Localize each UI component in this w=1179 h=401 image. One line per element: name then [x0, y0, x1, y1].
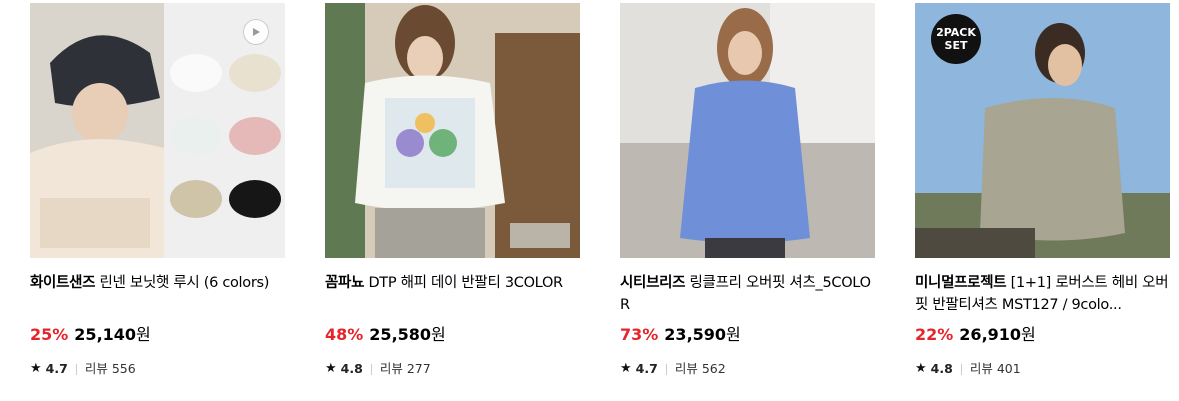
star-icon: ★ — [325, 361, 337, 376]
product-card[interactable]: 2PACK SET 미니멀프로젝트 [1+1] 로버스트 헤비 오버핏 반팔티셔… — [915, 3, 1170, 378]
badge-line: 2PACK — [936, 26, 976, 39]
product-name[interactable]: DTP 해피 데이 반팔티 3COLOR — [368, 275, 563, 291]
divider — [665, 363, 667, 375]
product-image[interactable] — [30, 3, 285, 258]
discount-rate: 48% — [325, 325, 364, 344]
price: 25,140 — [74, 325, 137, 344]
currency: 원 — [136, 325, 151, 344]
review-label: 리뷰 — [969, 361, 993, 376]
rating: 4.8 — [930, 361, 953, 376]
price-row: 22% 26,910원 — [915, 324, 1170, 346]
review-count: 401 — [996, 361, 1021, 376]
discount-rate: 73% — [620, 325, 659, 344]
divider — [370, 363, 372, 375]
review-label: 리뷰 — [84, 361, 108, 376]
discount-rate: 25% — [30, 325, 69, 344]
review-label: 리뷰 — [674, 361, 698, 376]
play-icon[interactable] — [243, 19, 269, 45]
brand-name[interactable]: 화이트샌즈 — [30, 275, 96, 291]
star-icon: ★ — [915, 361, 927, 376]
rating-row: ★ 4.8 리뷰 401 — [915, 360, 1170, 378]
review-count: 556 — [111, 361, 136, 376]
rating-row: ★ 4.7 리뷰 556 — [30, 360, 285, 378]
currency: 원 — [726, 325, 741, 344]
divider — [960, 363, 962, 375]
pack-badge: 2PACK SET — [931, 14, 981, 64]
divider — [75, 363, 77, 375]
product-card[interactable]: 꼼파뇨 DTP 해피 데이 반팔티 3COLOR 48% 25,580원 ★ 4.… — [325, 3, 580, 378]
badge-line: SET — [944, 39, 968, 52]
price-row: 25% 25,140원 — [30, 324, 285, 346]
star-icon: ★ — [30, 361, 42, 376]
rating: 4.7 — [635, 361, 658, 376]
rating: 4.7 — [45, 361, 68, 376]
brand-name[interactable]: 꼼파뇨 — [325, 275, 364, 291]
product-title[interactable]: 시티브리즈 링클프리 오버핏 셔츠_5COLOR — [620, 272, 875, 316]
product-image[interactable] — [620, 3, 875, 258]
currency: 원 — [1021, 325, 1036, 344]
review-label: 리뷰 — [379, 361, 403, 376]
product-image[interactable] — [325, 3, 580, 258]
rating-row: ★ 4.7 리뷰 562 — [620, 360, 875, 378]
product-card[interactable]: 시티브리즈 링클프리 오버핏 셔츠_5COLOR 73% 23,590원 ★ 4.… — [620, 3, 875, 378]
review-count: 562 — [701, 361, 726, 376]
product-name[interactable]: 린넨 보닛햇 루시 (6 colors) — [100, 275, 270, 291]
review-count: 277 — [406, 361, 431, 376]
product-card[interactable]: 화이트샌즈 린넨 보닛햇 루시 (6 colors) 25% 25,140원 ★ … — [30, 3, 285, 378]
product-image[interactable]: 2PACK SET — [915, 3, 1170, 258]
product-title[interactable]: 화이트샌즈 린넨 보닛햇 루시 (6 colors) — [30, 272, 285, 316]
discount-rate: 22% — [915, 325, 954, 344]
rating: 4.8 — [340, 361, 363, 376]
price-row: 48% 25,580원 — [325, 324, 580, 346]
price-row: 73% 23,590원 — [620, 324, 875, 346]
product-title[interactable]: 꼼파뇨 DTP 해피 데이 반팔티 3COLOR — [325, 272, 580, 316]
price: 23,590 — [664, 325, 727, 344]
brand-name[interactable]: 미니멀프로젝트 — [915, 275, 1007, 291]
rating-row: ★ 4.8 리뷰 277 — [325, 360, 580, 378]
product-title[interactable]: 미니멀프로젝트 [1+1] 로버스트 헤비 오버핏 반팔티셔츠 MST127 /… — [915, 272, 1170, 316]
price: 25,580 — [369, 325, 432, 344]
currency: 원 — [431, 325, 446, 344]
star-icon: ★ — [620, 361, 632, 376]
brand-name[interactable]: 시티브리즈 — [620, 275, 686, 291]
price: 26,910 — [959, 325, 1022, 344]
